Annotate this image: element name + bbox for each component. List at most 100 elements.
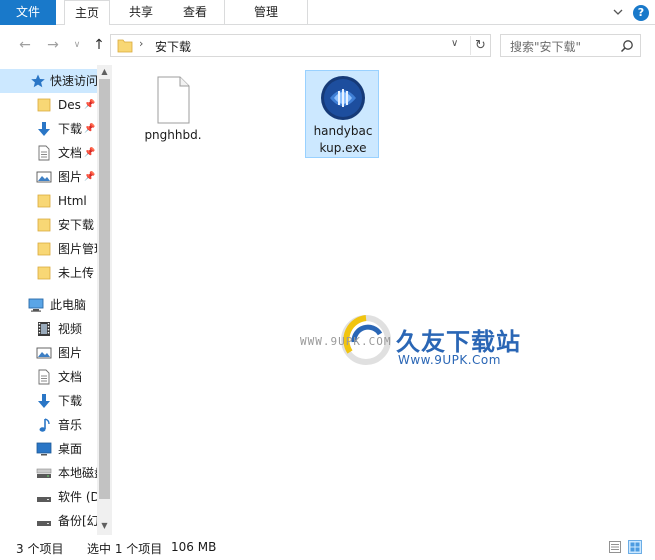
navigation-pane: 快速访问 Des 📌 下载 📌 文档 📌 图片 📌 Html 安下载 图片管 未…: [0, 65, 112, 535]
nav-item-desktop-pinned[interactable]: Des 📌: [0, 93, 97, 117]
breadcrumb-current[interactable]: 安下载: [155, 38, 191, 55]
nav-item-downloads-pinned[interactable]: 下载 📌: [0, 117, 97, 141]
nav-item-label: 文档: [58, 370, 83, 384]
nav-item-pictures[interactable]: 图片: [0, 341, 97, 365]
search-box[interactable]: 搜索"安下载": [500, 34, 641, 57]
folder-icon: [37, 266, 51, 280]
picture-icon: [36, 347, 52, 359]
file-name-line-2: kup.exe: [319, 141, 367, 155]
watermark-title: 久友下载站: [396, 328, 521, 356]
forward-arrow-icon[interactable]: →: [44, 36, 62, 54]
nav-item-label: 软件 (D: [58, 490, 97, 504]
search-placeholder[interactable]: 搜索"安下载": [510, 38, 581, 55]
file-item-selected[interactable]: handybac kup.exe: [305, 70, 379, 158]
nav-item-desktop[interactable]: 桌面: [0, 437, 97, 461]
nav-item-not-uploaded[interactable]: 未上传: [0, 261, 97, 285]
watermark: WWW.9UPK.COM 久友下载站 Www.9UPK.Com: [300, 280, 550, 370]
nav-item-local-disk[interactable]: 本地磁盘: [0, 461, 97, 485]
tab-file[interactable]: 文件: [0, 0, 56, 25]
music-icon: [39, 418, 50, 432]
nav-item-label: 安下载: [58, 218, 95, 232]
desktop-icon: [36, 442, 52, 456]
folder-icon: [37, 242, 51, 256]
pin-icon[interactable]: 📌: [84, 93, 95, 117]
nav-item-label: 本地磁盘: [58, 466, 97, 480]
status-item-count: 3 个项目: [16, 542, 64, 556]
nav-item-label: 下载: [58, 122, 83, 136]
document-icon: [38, 145, 50, 161]
help-icon[interactable]: ?: [633, 5, 649, 21]
picture-icon: [36, 171, 52, 183]
ribbon-tab-bar: 文件 主页 共享 查看 管理 ?: [0, 0, 655, 26]
folder-icon: [37, 194, 51, 208]
blank-file-icon: [157, 76, 190, 124]
nav-item-software-drive[interactable]: 软件 (D: [0, 485, 97, 509]
details-view-icon[interactable]: [609, 541, 621, 553]
nav-item-label: 文档: [58, 146, 83, 160]
drive-icon: [37, 521, 51, 526]
computer-icon: [28, 298, 44, 312]
drive-icon: [36, 468, 52, 478]
address-toolbar: ← → ∨ ↑ › 安下载 ∨ ↻ 搜索"安下载": [0, 25, 655, 65]
pin-icon[interactable]: 📌: [84, 117, 95, 141]
nav-item-label: 音乐: [58, 418, 83, 432]
pin-icon[interactable]: 📌: [84, 141, 95, 165]
file-item[interactable]: pnghhbd.: [136, 71, 210, 159]
back-arrow-icon[interactable]: ←: [16, 36, 34, 54]
nav-item-label: 图片: [58, 346, 83, 360]
status-selection: 选中 1 个项目: [87, 542, 163, 556]
file-name: pnghhbd.: [144, 128, 202, 142]
refresh-icon[interactable]: ↻: [470, 36, 490, 55]
large-icons-view-icon[interactable]: [628, 540, 642, 554]
handybackup-app-icon: [321, 76, 365, 120]
status-size: 106 MB: [171, 540, 217, 554]
nav-item-label: 图片管理: [58, 242, 97, 256]
recent-locations-chevron-icon[interactable]: ∨: [70, 36, 84, 54]
tab-manage[interactable]: 管理: [224, 0, 308, 25]
folder-icon: [37, 98, 51, 112]
status-bar: 3 个项目 选中 1 个项目 106 MB: [0, 535, 655, 560]
search-icon[interactable]: [620, 39, 634, 53]
folder-icon: [117, 39, 133, 53]
scroll-thumb[interactable]: [99, 79, 110, 499]
nav-item-backup-drive[interactable]: 备份[幻: [0, 509, 97, 533]
nav-item-quick-access[interactable]: 快速访问: [0, 69, 97, 93]
nav-item-this-pc[interactable]: 此电脑: [0, 293, 97, 317]
download-icon: [38, 394, 50, 408]
breadcrumb-separator-icon[interactable]: ›: [139, 37, 143, 50]
nav-item-documents[interactable]: 文档: [0, 365, 97, 389]
drive-icon: [37, 497, 51, 502]
nav-item-pictures-pinned[interactable]: 图片 📌: [0, 165, 97, 189]
expand-ribbon-icon[interactable]: [611, 5, 625, 19]
scroll-up-icon[interactable]: ▲: [97, 65, 112, 79]
nav-item-label: 备份[幻: [58, 514, 97, 528]
nav-item-label: 未上传: [58, 266, 95, 280]
nav-item-html[interactable]: Html: [0, 189, 97, 213]
file-name-line-1: handybac: [313, 124, 373, 138]
nav-scrollbar[interactable]: ▲ ▼: [97, 65, 112, 535]
nav-item-downloads[interactable]: 下载: [0, 389, 97, 413]
tab-view[interactable]: 查看: [172, 0, 218, 25]
download-icon: [38, 122, 50, 136]
up-arrow-icon[interactable]: ↑: [90, 36, 108, 54]
nav-item-music[interactable]: 音乐: [0, 413, 97, 437]
video-icon: [38, 322, 50, 336]
nav-item-videos[interactable]: 视频: [0, 317, 97, 341]
watermark-small-text: WWW.9UPK.COM: [300, 335, 392, 348]
address-dropdown-icon[interactable]: ∨: [451, 38, 463, 53]
nav-item-label: 下载: [58, 394, 83, 408]
watermark-url: Www.9UPK.Com: [398, 353, 501, 367]
nav-item-picture-manager[interactable]: 图片管理: [0, 237, 97, 261]
nav-item-documents-pinned[interactable]: 文档 📌: [0, 141, 97, 165]
nav-item-label: 图片: [58, 170, 83, 184]
pin-icon[interactable]: 📌: [84, 165, 95, 189]
tab-home[interactable]: 主页: [64, 0, 110, 26]
nav-item-label: 桌面: [58, 442, 83, 456]
nav-item-anxiazai[interactable]: 安下载: [0, 213, 97, 237]
nav-item-label: 视频: [58, 322, 83, 336]
scroll-down-icon[interactable]: ▼: [97, 519, 112, 533]
tab-share[interactable]: 共享: [118, 0, 164, 25]
address-bar[interactable]: › 安下载 ∨ ↻: [110, 34, 491, 57]
nav-item-label: 此电脑: [50, 298, 87, 312]
